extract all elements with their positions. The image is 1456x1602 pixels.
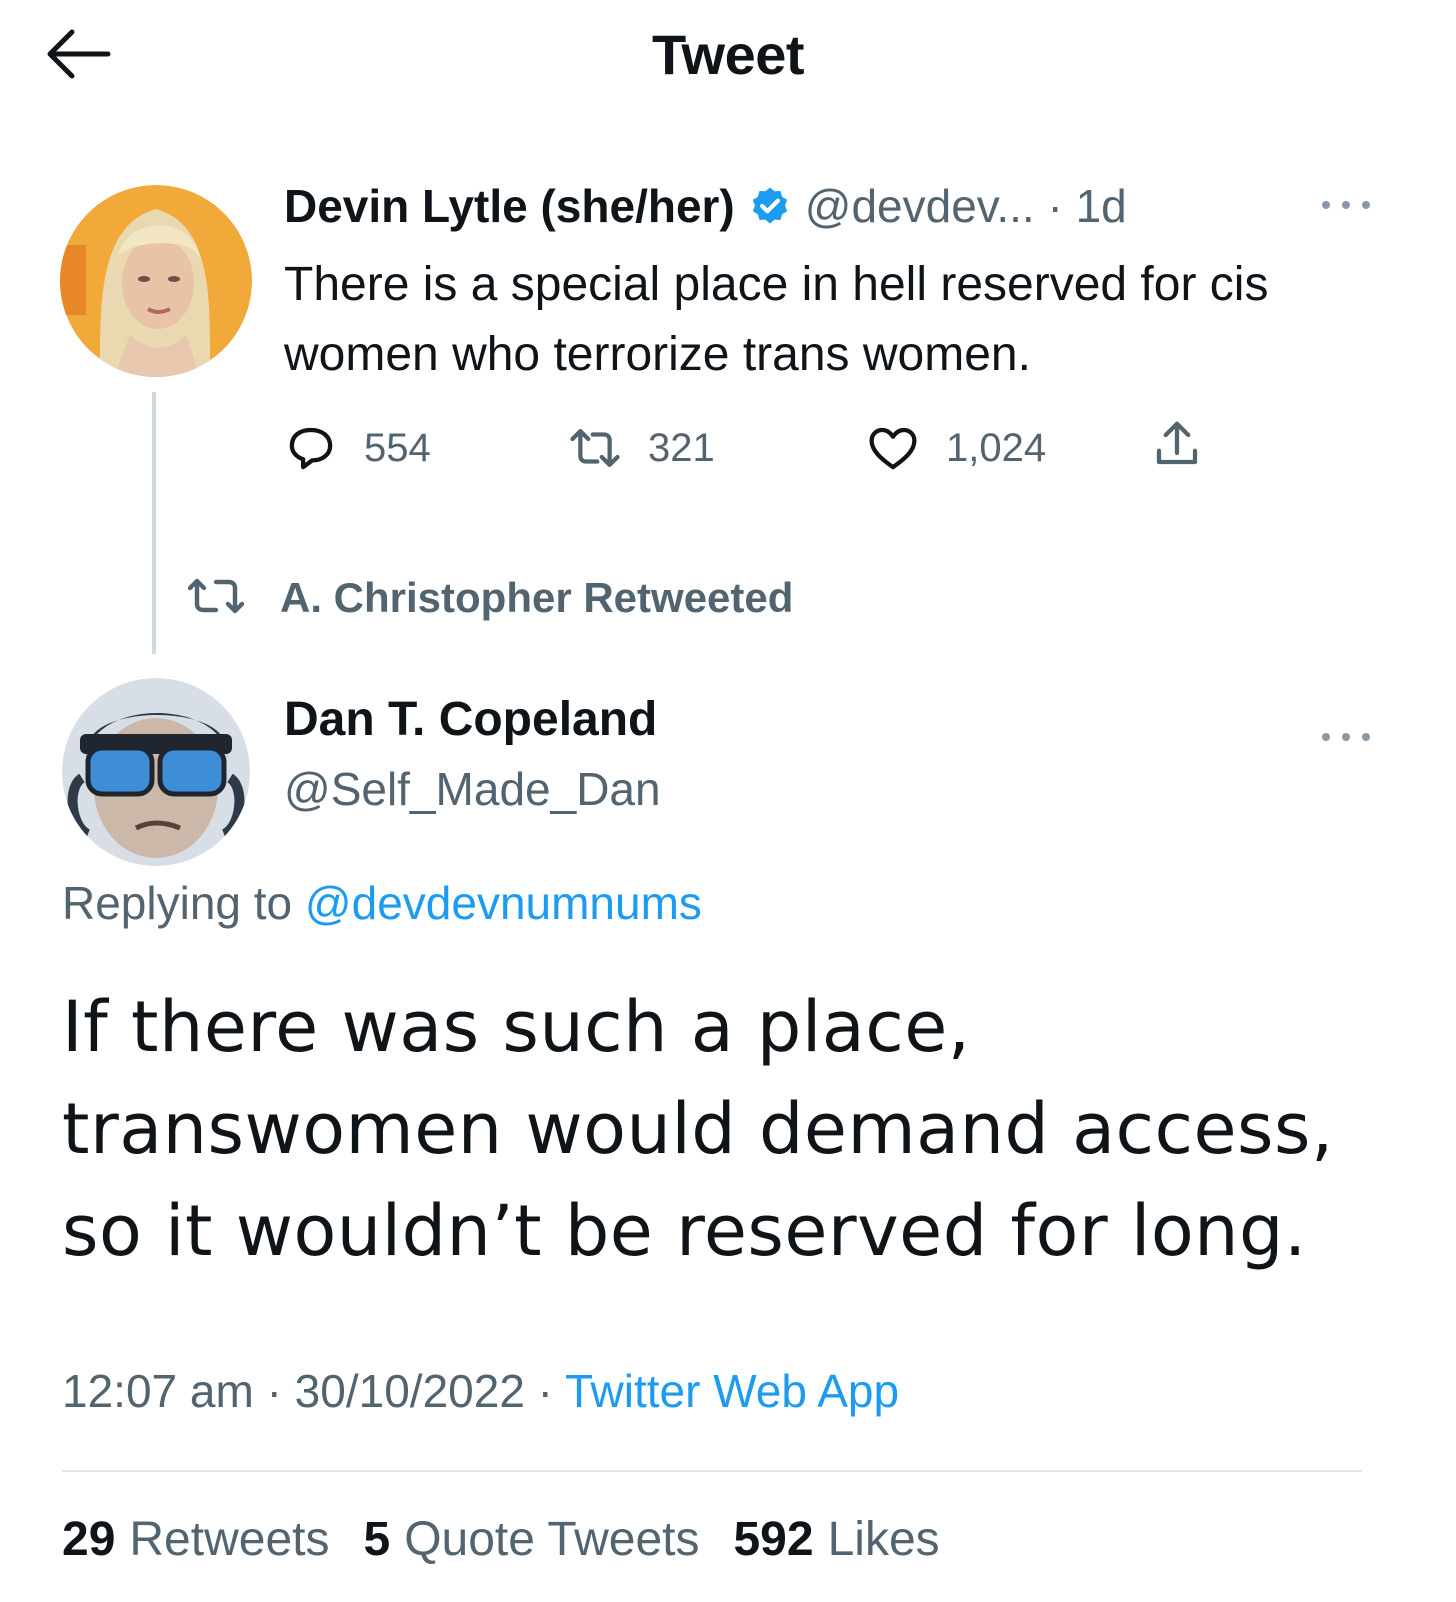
tweet2-text-line: so it wouldn’t be reserved for long. <box>62 1190 1307 1272</box>
retweet-notice-text: A. Christopher Retweeted <box>280 574 794 621</box>
retweets-stat[interactable]: 29 Retweets <box>62 1512 329 1567</box>
retweet-icon <box>570 428 620 468</box>
replying-prefix: Replying to <box>62 877 293 929</box>
tweet2-author-handle[interactable]: @Self_Made_Dan <box>284 762 661 816</box>
replying-handle-link[interactable]: @devdevnumnums <box>305 877 702 929</box>
tweet2-text: If there was such a place, transwomen wo… <box>62 976 1402 1282</box>
avatar-dan[interactable] <box>62 678 250 866</box>
thread-line <box>152 392 156 654</box>
retweet-count: 321 <box>648 425 715 470</box>
more-icon <box>1322 201 1370 209</box>
share-icon <box>1156 421 1198 465</box>
divider <box>62 1470 1362 1472</box>
retweet-icon <box>187 578 245 614</box>
more-icon <box>1322 733 1370 741</box>
replying-to: Replying to @devdevnumnums <box>62 876 702 930</box>
like-button[interactable]: 1,024 <box>866 418 1046 478</box>
tweet2-text-line: transwomen would demand access, <box>62 1088 1334 1170</box>
engagement-stats: 29 Retweets 5 Quote Tweets 592 Likes <box>62 1512 974 1567</box>
likes-stat-count: 592 <box>733 1513 814 1566</box>
tweet2-timestamp[interactable]: 12:07 am · 30/10/2022 · <box>62 1365 553 1417</box>
retweets-stat-count: 29 <box>62 1513 116 1566</box>
tweet1-header: Devin Lytle (she/her) @devdev... · 1d <box>284 178 1127 234</box>
tweet1-handle-time[interactable]: @devdev... · 1d <box>805 178 1127 234</box>
quotes-stat-label: Quote Tweets <box>404 1513 700 1566</box>
reply-count: 554 <box>364 425 431 470</box>
share-button[interactable] <box>1150 414 1230 474</box>
avatar-devin[interactable] <box>60 185 252 377</box>
like-count: 1,024 <box>946 425 1047 470</box>
tweet1-more-button[interactable] <box>1310 190 1382 220</box>
tweet2-more-button[interactable] <box>1310 722 1382 752</box>
page-title: Tweet <box>651 23 805 86</box>
quotes-stat-count: 5 <box>363 1513 391 1566</box>
tweet2-text-line: If there was such a place, <box>62 986 971 1068</box>
reply-icon <box>289 427 333 470</box>
like-icon <box>869 427 917 470</box>
retweets-stat-label: Retweets <box>129 1513 330 1566</box>
verified-badge-icon <box>752 187 787 224</box>
retweet-notice[interactable]: A. Christopher Retweeted <box>186 574 793 622</box>
tweet2-meta: 12:07 am · 30/10/2022 · Twitter Web App <box>62 1364 899 1418</box>
tweet2-source-app[interactable]: Twitter Web App <box>565 1365 899 1417</box>
reply-button[interactable]: 554 <box>284 418 431 478</box>
tweet2-author-name[interactable]: Dan T. Copeland <box>284 692 657 747</box>
likes-stat-label: Likes <box>827 1513 940 1566</box>
tweet1-author-name[interactable]: Devin Lytle (she/her) <box>284 178 735 234</box>
retweet-button[interactable]: 321 <box>568 418 715 478</box>
tweet1-text: There is a special place in hell reserve… <box>284 258 1269 381</box>
quotes-stat[interactable]: 5 Quote Tweets <box>363 1512 699 1567</box>
likes-stat[interactable]: 592 Likes <box>733 1512 939 1567</box>
